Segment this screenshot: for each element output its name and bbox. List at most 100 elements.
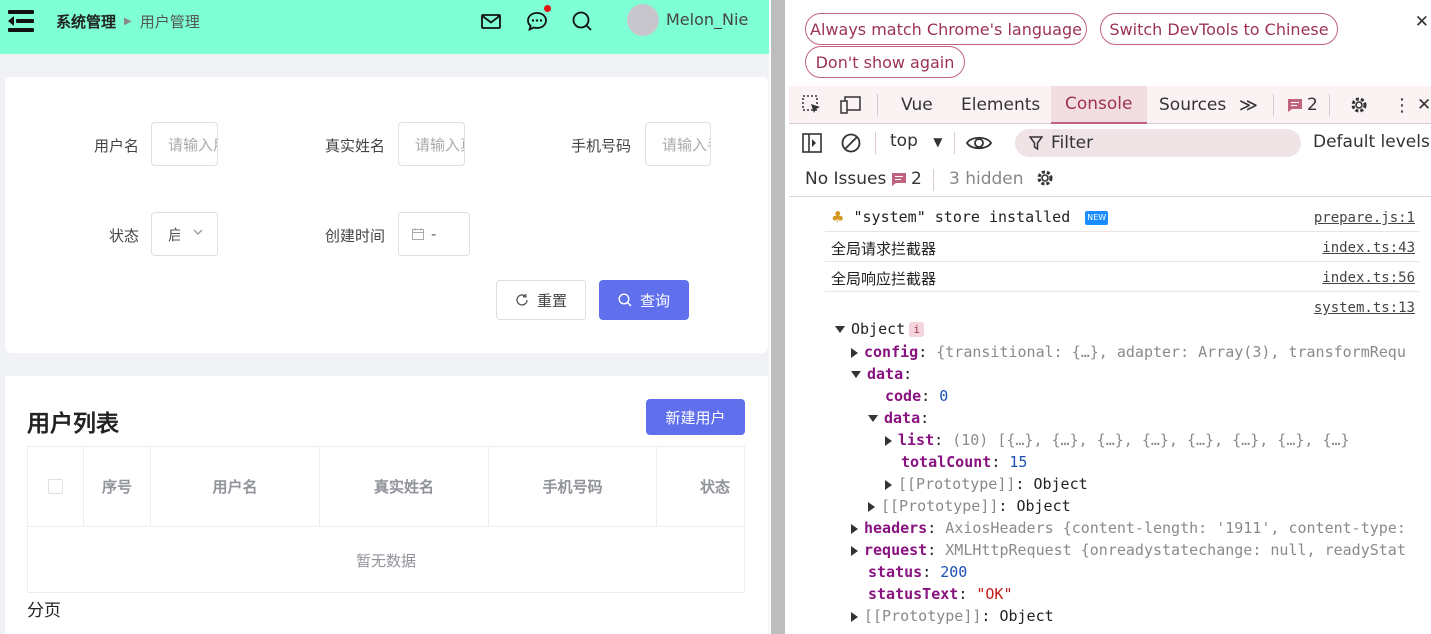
console-message: 全局请求拦截器 index.ts:43 [825,232,1419,262]
object-root-row[interactable]: Object i [835,320,925,338]
device-toolbar-icon[interactable] [839,86,865,124]
tab-elements[interactable]: Elements [949,86,1052,124]
chevron-down-icon [193,229,203,235]
tree-row-data-prototype[interactable]: [[Prototype]]: Object [868,497,1071,515]
calendar-icon [412,228,424,240]
console-filter-input[interactable]: Filter [1015,129,1301,157]
tree-row-root-prototype[interactable]: [[Prototype]]: Object [851,607,1054,625]
status-label: 状态 [108,227,139,245]
breadcrumb-item-system[interactable]: 系统管理 [56,11,116,32]
expand-arrow-icon [885,479,892,490]
filter-placeholder: Filter [1051,133,1094,153]
tree-row-statustext: statusText: "OK" [868,585,1013,603]
search-form-card: 用户名 请输入用户名 真实姓名 请输入真实姓名 手机号码 请输入手机号码 状态 … [5,77,768,353]
close-devtools-icon[interactable]: ✕ [1417,86,1431,124]
breadcrumb-separator-icon: ▶ [124,15,132,27]
tree-row-inner-data[interactable]: data: [868,409,929,427]
avatar[interactable] [627,4,659,36]
sidebar-toggle-icon[interactable] [801,132,823,158]
tab-sources[interactable]: Sources [1147,86,1238,124]
column-header-username: 用户名 [151,447,320,526]
expand-arrow-icon [851,611,858,622]
expand-arrow-icon [851,523,858,534]
tree-row-headers[interactable]: headers: AxiosHeaders {content-length: '… [851,519,1406,537]
issues-badge-count: 2 [911,169,922,189]
message-source-link[interactable]: index.ts:43 [1322,240,1415,256]
date-separator: - [431,225,437,243]
close-banner-icon[interactable]: ✕ [1415,12,1429,32]
query-button[interactable]: 查询 [599,280,689,320]
username-input[interactable]: 请输入用户名 [151,122,218,166]
tab-console[interactable]: Console [1051,86,1147,124]
dont-show-again-button[interactable]: Don't show again [805,46,965,78]
expand-arrow-icon [851,371,861,378]
message-source-link[interactable]: index.ts:56 [1322,270,1415,286]
user-list-card: 用户列表 新建用户 序号 用户名 真实姓名 手机号码 状态 暂无数据 分页 [5,376,768,634]
tree-row-list[interactable]: list: (10) [{…}, {…}, {…}, {…}, {…}, {…}… [885,431,1350,449]
filter-icon [1029,136,1043,151]
settings-gear-icon[interactable] [1348,86,1370,124]
switch-to-chinese-button[interactable]: Switch DevTools to Chinese [1100,13,1338,45]
message-source-link[interactable]: system.ts:13 [1314,300,1415,316]
tab-vue[interactable]: Vue [889,86,945,124]
user-table: 序号 用户名 真实姓名 手机号码 状态 暂无数据 [27,446,745,593]
context-selector[interactable]: top ▼ [890,131,943,151]
clear-console-icon[interactable] [840,132,862,158]
live-expression-eye-icon[interactable] [965,132,993,158]
message-icon [1288,99,1302,112]
query-button-label: 查询 [639,291,670,310]
notification-dot [544,5,551,12]
phone-input[interactable]: 请输入手机号码 [645,122,711,166]
table-empty-text: 暂无数据 [355,551,416,570]
dropdown-arrow-icon: ▼ [933,135,943,149]
devtools-splitter[interactable] [769,0,789,634]
search-icon [618,293,632,307]
top-header: 系统管理 ▶ 用户管理 Melon_Nie [0,0,769,54]
tree-row-request[interactable]: request: XMLHttpRequest {onreadystatecha… [851,541,1406,559]
log-levels-dropdown[interactable]: Default levels ▼ [1313,132,1431,152]
message-source-link[interactable]: prepare.js:1 [1314,210,1415,226]
issues-counter[interactable]: 2 [1287,86,1318,124]
tree-row-code: code: 0 [885,387,949,405]
mail-icon[interactable] [480,10,502,32]
expand-arrow-icon [851,347,858,358]
select-all-checkbox[interactable] [48,479,63,494]
issues-count: 2 [1307,95,1318,115]
console-message: system.ts:13 [825,292,1419,322]
realname-input[interactable]: 请输入真实姓名 [398,122,465,166]
issues-link[interactable]: 2 [891,169,922,189]
console-message: ♣ "system" store installed NEW prepare.j… [825,202,1419,232]
search-icon[interactable] [571,10,593,32]
realname-label: 真实姓名 [324,137,385,155]
breadcrumb-item-users: 用户管理 [139,12,200,31]
info-icon[interactable]: i [909,322,925,337]
tree-row-data[interactable]: data: [851,365,912,383]
no-issues-label: No Issues [805,169,887,189]
new-badge-icon: NEW [1085,210,1109,225]
username-label: 用户名 [93,137,139,155]
chat-icon[interactable] [526,5,551,32]
status-select-value: 启用 [168,224,180,245]
expand-arrow-icon [851,545,858,556]
context-value: top [890,131,918,151]
console-settings-gear-icon[interactable] [1034,167,1056,193]
message-text: 全局响应拦截器 [831,270,937,288]
menu-fold-icon[interactable] [8,10,34,32]
reset-button-label: 重置 [536,291,567,310]
issues-bar: No Issues 2 3 hidden [789,161,1431,197]
more-tabs-icon[interactable]: ≫ [1239,86,1258,124]
devtools-panel: Always match Chrome's language Switch De… [789,0,1431,634]
tree-row-prototype[interactable]: [[Prototype]]: Object [885,475,1088,493]
select-all-cell [28,447,84,526]
status-select[interactable]: 启用 [151,212,218,256]
inspect-element-icon[interactable] [801,86,825,124]
tree-row-config[interactable]: config: {transitional: {…}, adapter: Arr… [851,343,1406,361]
reset-button[interactable]: 重置 [496,280,586,320]
created-date-range-picker[interactable]: - [398,212,470,256]
message-icon [892,173,906,186]
more-options-icon[interactable]: ⋮ [1393,86,1411,124]
username-label[interactable]: Melon_Nie [666,10,748,29]
phone-label: 手机号码 [570,137,631,155]
new-user-button[interactable]: 新建用户 [646,399,745,435]
always-match-language-button[interactable]: Always match Chrome's language [805,13,1087,45]
